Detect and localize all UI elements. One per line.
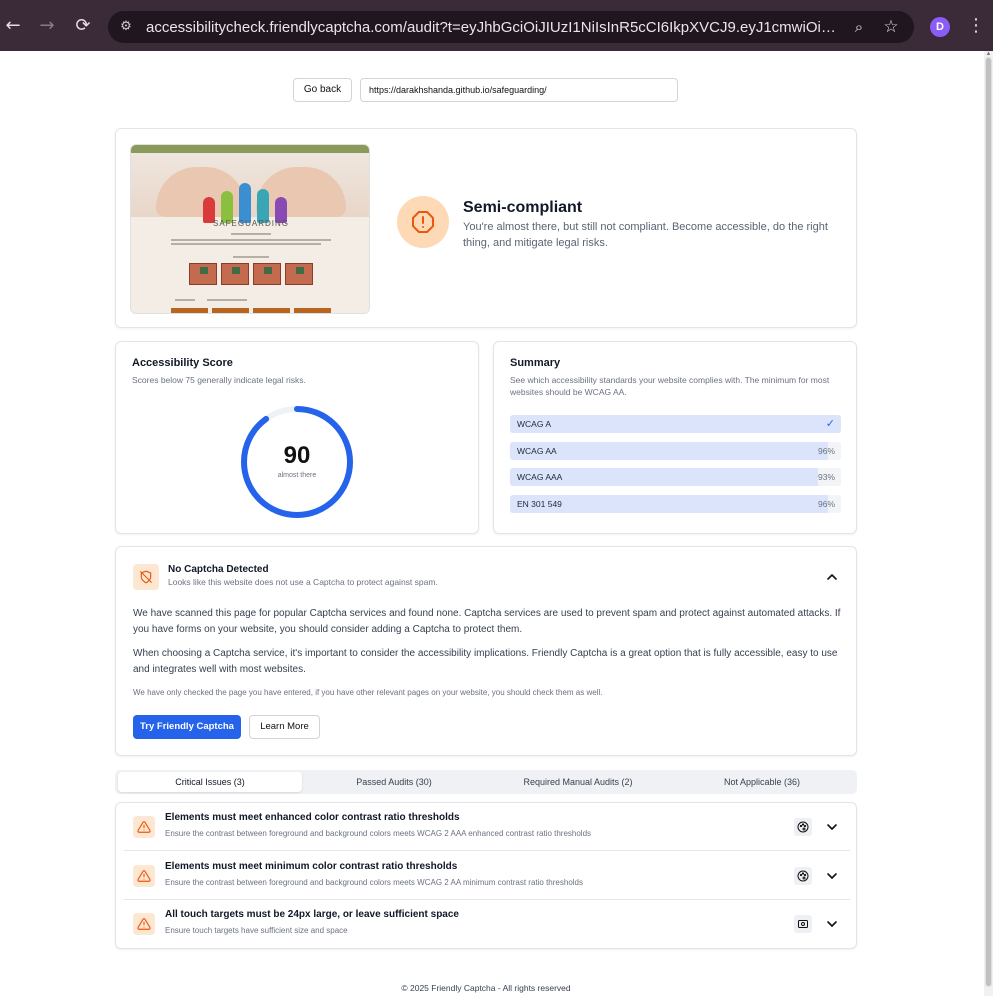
captcha-title: No Captcha Detected [168,564,269,575]
shield-off-icon [133,564,159,590]
learn-more-button[interactable]: Learn More [249,715,320,739]
score-title: Accessibility Score [132,357,233,369]
captcha-paragraph: We have scanned this page for popular Ca… [133,608,841,635]
issue-row[interactable]: All touch targets must be 24px large, or… [124,900,850,948]
captcha-subtitle: Looks like this website does not use a C… [168,577,438,587]
critical-issues-list: Elements must meet enhanced color contra… [115,802,857,949]
thumb-card [285,263,313,285]
captcha-note: We have only checked the page you have e… [133,688,603,697]
thumb-text-line [233,256,269,258]
thumb-hand-right [256,167,346,217]
standard-bar-en-301-549: EN 301 549 96% [510,495,841,513]
standard-percent: 96% [817,499,835,509]
standard-percent: 96% [817,446,835,456]
issue-row[interactable]: Elements must meet minimum color contras… [124,852,850,900]
thumb-nav-bar [131,145,369,153]
chevron-down-icon[interactable] [824,868,840,884]
thumb-card [189,263,217,285]
captcha-paragraph: When choosing a Captcha service, it's im… [133,648,838,675]
tab-required-manual-audits[interactable]: Required Manual Audits (2) [486,772,670,792]
standard-name: EN 301 549 [517,499,562,509]
touch-target-icon [794,915,812,933]
result-card: SAFEGUARDING Semi-compliant You're almos… [115,128,857,328]
thumb-site-title: SAFEGUARDING [212,219,289,228]
score-value: 90 [283,442,311,469]
page-footer: © 2025 Friendly Captcha - All rights res… [401,983,571,993]
warning-triangle-icon [133,913,155,935]
standard-bar-wcag-a: WCAG A ✓ [510,415,841,433]
score-subtitle: Scores below 75 generally indicate legal… [132,375,306,385]
standard-bar-wcag-aaa: WCAG AAA 93% [510,468,841,486]
audit-url-input[interactable]: https://darakhshanda.github.io/safeguard… [360,78,678,102]
warning-triangle-icon [133,865,155,887]
standard-bar-wcag-aa: WCAG AA 96% [510,442,841,460]
page-scrollbar[interactable]: ▲ [984,51,993,996]
issue-row[interactable]: Elements must meet enhanced color contra… [124,803,850,851]
standard-bar-fill [510,442,828,460]
thumb-person-teal [257,189,269,223]
address-bar[interactable]: ⚙ accessibilitycheck.friendlycaptcha.com… [108,11,914,43]
reload-icon[interactable]: ⟳ [72,15,94,37]
thumb-text-line [171,239,331,241]
standard-name: WCAG AA [517,446,557,456]
compliance-status-title: Semi-compliant [463,199,583,216]
summary-card: Summary See which accessibility standard… [493,341,857,534]
warning-triangle-icon [133,816,155,838]
score-caption: almost there [277,472,317,479]
warning-octagon-icon [397,196,449,248]
thumb-text-line [171,243,321,245]
back-arrow-icon[interactable]: ← [2,15,24,37]
thumb-photo [212,308,249,313]
chevron-up-icon[interactable] [824,569,840,585]
thumb-photo [253,308,290,313]
standard-name: WCAG A [517,419,552,429]
tab-not-applicable[interactable]: Not Applicable (36) [670,772,854,792]
palette-icon [794,818,812,836]
tab-passed-audits[interactable]: Passed Audits (30) [302,772,486,792]
tab-critical-issues[interactable]: Critical Issues (3) [118,772,302,792]
issue-title: All touch targets must be 24px large, or… [165,909,459,920]
site-screenshot-thumbnail: SAFEGUARDING [130,144,370,314]
issue-title: Elements must meet minimum color contras… [165,861,458,872]
compliance-status-description: You're almost there, but still not compl… [463,221,828,249]
captcha-detection-card: No Captcha Detected Looks like this webs… [115,546,857,756]
standard-bar-fill [510,415,841,433]
forward-arrow-icon[interactable]: → [36,15,58,37]
thumb-photo [171,308,208,313]
thumb-photo [294,308,331,313]
issue-title: Elements must meet enhanced color contra… [165,812,460,823]
issue-description: Ensure the contrast between foreground a… [165,878,583,887]
audit-tabs: Critical Issues (3) Passed Audits (30) R… [115,770,857,794]
go-back-button[interactable]: Go back [293,78,352,102]
score-gauge: 90 almost there [237,402,357,522]
thumb-card [253,263,281,285]
thumb-card [221,263,249,285]
accessibility-score-card: Accessibility Score Scores below 75 gene… [115,341,479,534]
issue-description: Ensure touch targets have sufficient siz… [165,926,348,935]
summary-subtitle: See which accessibility standards your w… [510,375,830,397]
thumb-text-line [175,299,195,301]
checkmark-icon: ✓ [825,417,835,430]
chevron-down-icon[interactable] [824,916,840,932]
site-settings-icon[interactable]: ⚙ [118,19,134,35]
palette-icon [794,867,812,885]
thumb-person-blue [239,183,251,223]
standard-name: WCAG AAA [517,472,563,482]
browser-toolbar: ← → ⟳ ⚙ accessibilitycheck.friendlycaptc… [0,0,993,51]
scrollbar-thumb[interactable] [985,57,992,987]
thumb-text-line [231,233,271,235]
bookmark-star-icon[interactable]: ☆ [881,17,901,37]
address-url[interactable]: accessibilitycheck.friendlycaptcha.com/a… [146,19,838,37]
page-content: Go back https://darakhshanda.github.io/s… [0,51,984,996]
zoom-icon[interactable]: ⌕ [849,17,869,37]
profile-avatar[interactable]: D [930,17,950,37]
standard-percent: 93% [817,472,835,482]
chevron-down-icon[interactable] [824,819,840,835]
try-friendly-captcha-button[interactable]: Try Friendly Captcha [133,715,241,739]
issue-description: Ensure the contrast between foreground a… [165,829,592,838]
thumb-text-line [207,299,247,301]
summary-title: Summary [510,357,561,369]
browser-menu-icon[interactable]: ⋮ [966,15,986,37]
thumb-banner [131,153,369,223]
